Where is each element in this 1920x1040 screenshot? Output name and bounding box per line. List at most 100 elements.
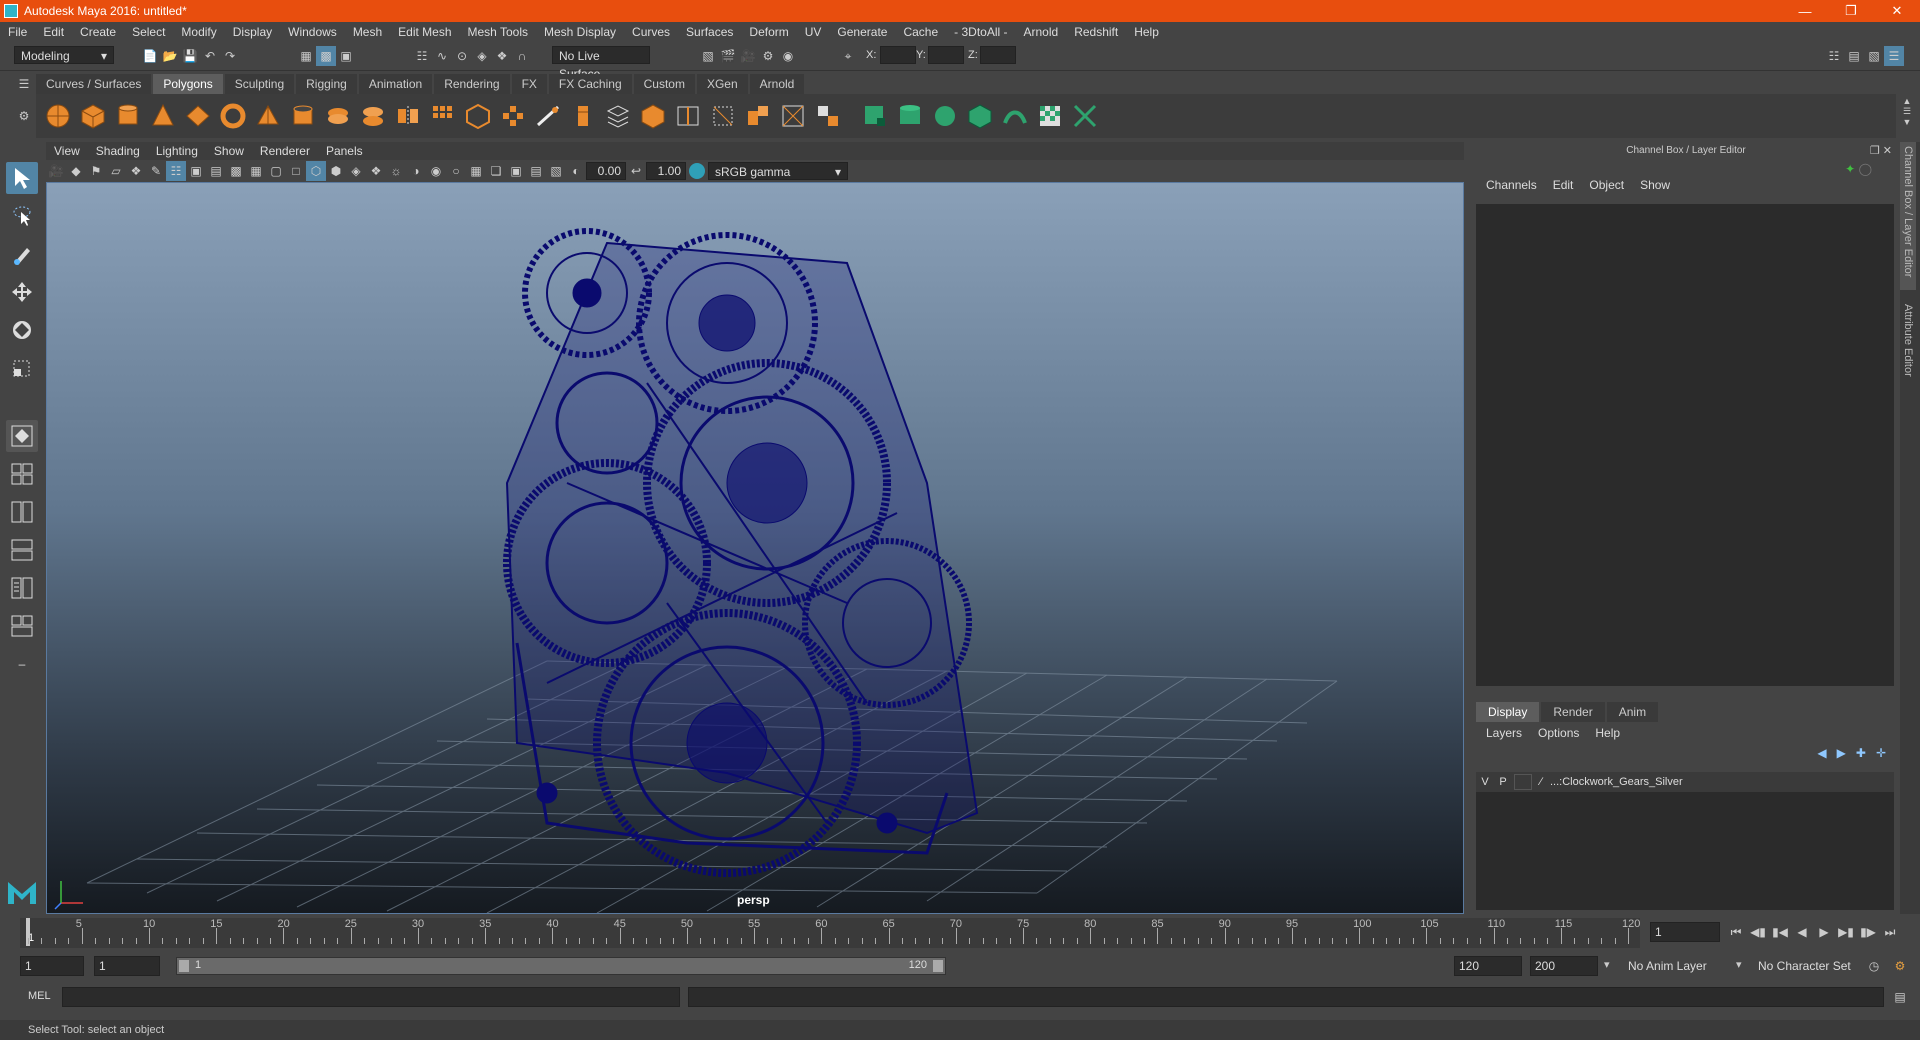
layer-tab-display[interactable]: Display <box>1476 702 1540 722</box>
image-plane-icon[interactable]: ▱ <box>106 161 126 181</box>
shelf-tab-animation[interactable]: Animation <box>358 74 433 94</box>
shelf-tab-fx[interactable]: FX <box>511 74 547 94</box>
auto-key-icon[interactable]: ◷ <box>1864 956 1884 976</box>
step-back-key-icon[interactable]: ▮◀ <box>1770 922 1790 942</box>
modeling-toolkit-icon[interactable]: ☷ <box>1824 46 1844 66</box>
scale-tool-icon[interactable] <box>6 352 38 384</box>
layer-display-type[interactable] <box>1514 774 1532 790</box>
gamma-icon[interactable]: ↩ <box>626 161 646 181</box>
channelbox-menu-channels[interactable]: Channels <box>1478 178 1545 192</box>
exposure-field[interactable]: 0.00 <box>586 162 626 180</box>
shelf-tab-xgen[interactable]: XGen <box>696 74 748 94</box>
shelf-tab-fx-caching[interactable]: FX Caching <box>548 74 632 94</box>
layer-visibility-toggle[interactable]: V <box>1476 776 1494 788</box>
poly-cone-icon[interactable] <box>149 102 177 130</box>
layout-graph-icon[interactable] <box>6 572 38 604</box>
playback-start-field[interactable]: 1 <box>94 956 160 976</box>
menu-surfaces[interactable]: Surfaces <box>678 22 741 42</box>
render-view-icon[interactable]: ▧ <box>698 46 718 66</box>
mel-label[interactable]: MEL <box>28 990 51 1002</box>
combine-icon[interactable] <box>324 102 352 130</box>
range-start-handle[interactable] <box>179 960 189 972</box>
range-slider[interactable]: 1 120 <box>176 957 946 975</box>
menu-create[interactable]: Create <box>72 22 124 42</box>
current-frame-field[interactable]: 1 <box>1650 922 1720 942</box>
snap-magnet-icon[interactable]: ∩ <box>512 46 532 66</box>
layer-tab-anim[interactable]: Anim <box>1606 702 1659 722</box>
insert-edge-loop-icon[interactable] <box>674 102 702 130</box>
channel-list[interactable] <box>1476 204 1894 686</box>
mode-selector[interactable]: Modeling ▾ <box>14 46 114 64</box>
go-to-end-icon[interactable]: ⏭ <box>1880 922 1900 942</box>
select-by-hierarchy-icon[interactable]: ▦ <box>296 46 316 66</box>
cylindrical-uv-icon[interactable] <box>896 102 924 130</box>
spherical-uv-icon[interactable] <box>931 102 959 130</box>
menu-arnold[interactable]: Arnold <box>1016 22 1067 42</box>
menu-3dtoall[interactable]: - 3DtoAll - <box>946 22 1015 42</box>
menu-select[interactable]: Select <box>124 22 173 42</box>
select-by-component-icon[interactable]: ▣ <box>336 46 356 66</box>
save-scene-icon[interactable]: 💾 <box>180 46 200 66</box>
move-layer-up-icon[interactable]: ◀ <box>1817 746 1826 760</box>
menu-deform[interactable]: Deform <box>741 22 796 42</box>
snap-curve-icon[interactable]: ∿ <box>432 46 452 66</box>
x-coordinate-field[interactable] <box>880 46 916 64</box>
append-polygon-icon[interactable] <box>604 102 632 130</box>
gamma-field[interactable]: 1.00 <box>646 162 686 180</box>
poly-plane-icon[interactable] <box>184 102 212 130</box>
extrude-icon[interactable] <box>499 102 527 130</box>
mirror-icon[interactable] <box>394 102 422 130</box>
undo-icon[interactable]: ↶ <box>200 46 220 66</box>
paint-select-tool-icon[interactable] <box>6 238 38 270</box>
new-layer-selected-icon[interactable]: ✛ <box>1876 746 1886 760</box>
side-tab-attribute-editor[interactable]: Attribute Editor <box>1900 300 1916 381</box>
poly-pipe-icon[interactable] <box>289 102 317 130</box>
fill-hole-icon[interactable] <box>639 102 667 130</box>
render-frame-icon[interactable]: 🎬 <box>718 46 738 66</box>
menu-generate[interactable]: Generate <box>829 22 895 42</box>
layout-single-icon[interactable] <box>6 420 38 452</box>
play-backwards-icon[interactable]: ◀ <box>1792 922 1812 942</box>
step-forward-frame-icon[interactable]: ▮▶ <box>1858 922 1878 942</box>
snap-point-icon[interactable]: ⊙ <box>452 46 472 66</box>
step-forward-key-icon[interactable]: ▶▮ <box>1836 922 1856 942</box>
character-set-dropdown[interactable]: No Character Set <box>1752 957 1862 975</box>
live-surface-field[interactable]: No Live Surface <box>552 46 650 81</box>
playback-end-field[interactable]: 120 <box>1454 956 1522 976</box>
shelf-list-icon[interactable]: ☰ <box>1898 106 1916 117</box>
z-coordinate-field[interactable] <box>980 46 1016 64</box>
chevron-down-icon[interactable]: ▾ <box>1736 958 1742 971</box>
channelbox-menu-show[interactable]: Show <box>1632 178 1678 192</box>
poly-cube-icon[interactable] <box>79 102 107 130</box>
snap-live-icon[interactable]: ❖ <box>492 46 512 66</box>
layer-menu-options[interactable]: Options <box>1530 726 1587 740</box>
isolate-select-icon[interactable]: ❏ <box>486 161 506 181</box>
multi-cut-icon[interactable] <box>709 102 737 130</box>
planar-uv-icon[interactable] <box>861 102 889 130</box>
menu-mesh[interactable]: Mesh <box>345 22 390 42</box>
menu-modify[interactable]: Modify <box>173 22 224 42</box>
go-to-start-icon[interactable]: ⏮ <box>1726 922 1746 942</box>
speed-icon[interactable]: ◯ <box>1859 162 1872 176</box>
unfold-uv-icon[interactable] <box>1001 102 1029 130</box>
poly-sphere-icon[interactable] <box>44 102 72 130</box>
menu-help[interactable]: Help <box>1126 22 1167 42</box>
select-camera-icon[interactable]: 🎥 <box>46 161 66 181</box>
poly-cylinder-icon[interactable] <box>114 102 142 130</box>
viewport-menu-view[interactable]: View <box>46 144 88 158</box>
viewport-menu-lighting[interactable]: Lighting <box>148 144 206 158</box>
menu-edit-mesh[interactable]: Edit Mesh <box>390 22 459 42</box>
shelf-tab-rigging[interactable]: Rigging <box>296 74 357 94</box>
open-scene-icon[interactable]: 📂 <box>160 46 180 66</box>
close-panel-icon[interactable]: ✕ <box>1883 145 1892 157</box>
scroll-up-icon[interactable]: ▲ <box>1898 96 1916 106</box>
poly-pyramid-icon[interactable] <box>254 102 282 130</box>
menu-windows[interactable]: Windows <box>280 22 345 42</box>
anim-layer-dropdown[interactable]: No Anim Layer <box>1622 957 1732 975</box>
menu-mesh-display[interactable]: Mesh Display <box>536 22 624 42</box>
resolution-gate-icon[interactable]: ▤ <box>206 161 226 181</box>
layer-playback-toggle[interactable]: P <box>1494 776 1512 788</box>
shadows-icon[interactable]: ◑ <box>406 161 426 181</box>
layout-two-side-icon[interactable] <box>6 496 38 528</box>
use-all-lights-icon[interactable]: ☼ <box>386 161 406 181</box>
